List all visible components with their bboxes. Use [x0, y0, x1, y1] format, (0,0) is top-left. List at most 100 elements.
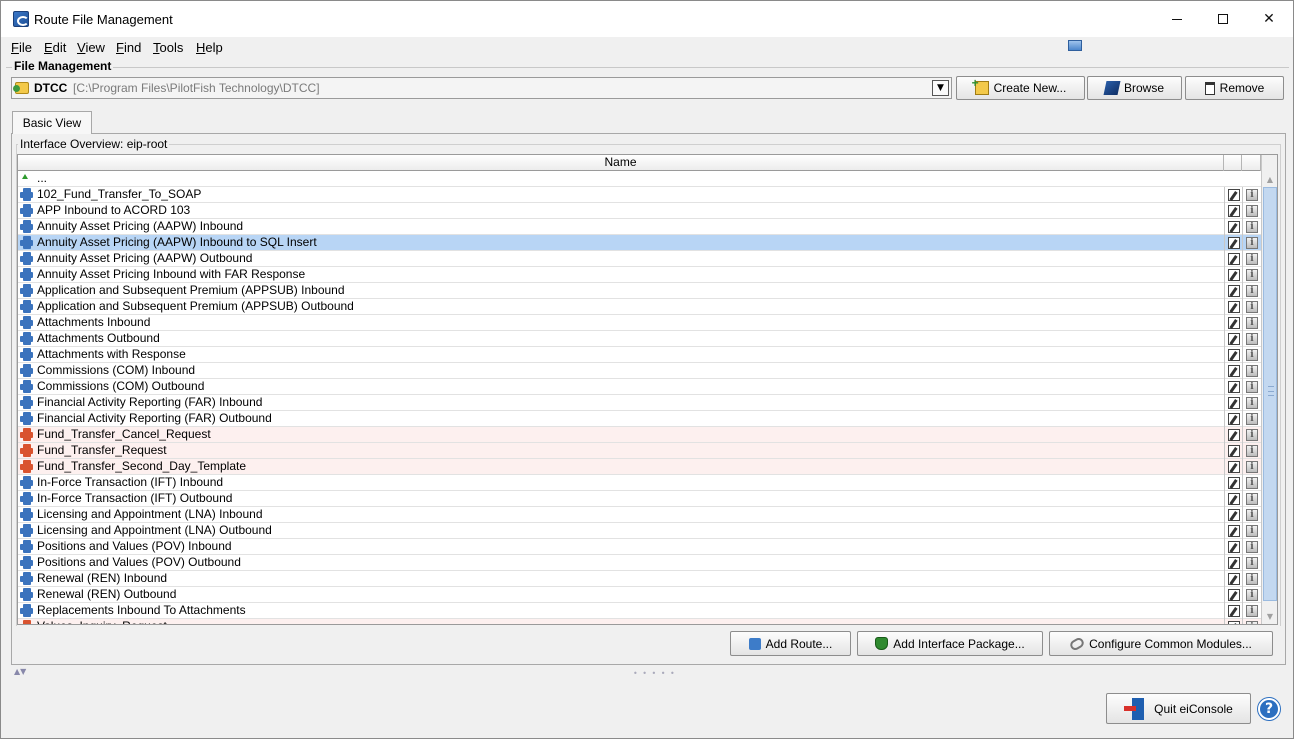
- table-row[interactable]: Application and Subsequent Premium (APPS…: [18, 299, 1261, 315]
- add-route-button[interactable]: Add Route...: [730, 631, 851, 656]
- edit-cell[interactable]: [1224, 587, 1242, 603]
- table-row[interactable]: Annuity Asset Pricing (AAPW) Outbound i: [18, 251, 1261, 267]
- info-cell[interactable]: i: [1242, 491, 1261, 507]
- table-row[interactable]: In-Force Transaction (IFT) Outbound i: [18, 491, 1261, 507]
- table-row[interactable]: Attachments Inbound i: [18, 315, 1261, 331]
- table-row[interactable]: Fund_Transfer_Cancel_Request i: [18, 427, 1261, 443]
- info-cell[interactable]: i: [1242, 523, 1261, 539]
- table-row[interactable]: Financial Activity Reporting (FAR) Inbou…: [18, 395, 1261, 411]
- menu-tools[interactable]: Tools: [153, 40, 183, 55]
- info-cell[interactable]: i: [1242, 427, 1261, 443]
- help-button[interactable]: ?: [1258, 698, 1280, 720]
- browse-button[interactable]: Browse: [1087, 76, 1182, 100]
- scrollbar-thumb[interactable]: [1263, 187, 1277, 601]
- table-row[interactable]: APP Inbound to ACORD 103 i: [18, 203, 1261, 219]
- table-row[interactable]: Attachments Outbound i: [18, 331, 1261, 347]
- info-cell[interactable]: i: [1242, 555, 1261, 571]
- info-cell[interactable]: i: [1242, 603, 1261, 619]
- vertical-scrollbar[interactable]: ▲ ▼: [1261, 155, 1277, 624]
- column-header-info[interactable]: [1242, 155, 1261, 171]
- add-interface-package-button[interactable]: Add Interface Package...: [857, 631, 1043, 656]
- info-cell[interactable]: i: [1242, 235, 1261, 251]
- info-cell[interactable]: i: [1242, 283, 1261, 299]
- edit-cell[interactable]: [1224, 267, 1242, 283]
- info-cell[interactable]: i: [1242, 411, 1261, 427]
- table-row[interactable]: Renewal (REN) Inbound i: [18, 571, 1261, 587]
- edit-cell[interactable]: [1224, 395, 1242, 411]
- edit-cell[interactable]: [1224, 539, 1242, 555]
- table-row[interactable]: Commissions (COM) Inbound i: [18, 363, 1261, 379]
- info-cell[interactable]: i: [1242, 315, 1261, 331]
- info-cell[interactable]: i: [1242, 587, 1261, 603]
- edit-cell[interactable]: [1224, 411, 1242, 427]
- info-cell[interactable]: i: [1242, 267, 1261, 283]
- info-cell[interactable]: i: [1242, 299, 1261, 315]
- table-row[interactable]: Fund_Transfer_Second_Day_Template i: [18, 459, 1261, 475]
- edit-cell[interactable]: [1224, 379, 1242, 395]
- table-row[interactable]: Replacements Inbound To Attachments i: [18, 603, 1261, 619]
- edit-cell[interactable]: [1224, 619, 1242, 624]
- edit-cell[interactable]: [1224, 363, 1242, 379]
- table-row[interactable]: Positions and Values (POV) Outbound i: [18, 555, 1261, 571]
- edit-cell[interactable]: [1224, 219, 1242, 235]
- configure-common-modules-button[interactable]: Configure Common Modules...: [1049, 631, 1273, 656]
- info-cell[interactable]: i: [1242, 475, 1261, 491]
- minimize-button[interactable]: [1154, 1, 1200, 37]
- parent-directory-row[interactable]: ...: [18, 171, 1261, 187]
- info-cell[interactable]: i: [1242, 187, 1261, 203]
- table-row[interactable]: Attachments with Response i: [18, 347, 1261, 363]
- dropdown-arrow-icon[interactable]: ▼: [932, 80, 949, 96]
- column-header-name[interactable]: Name: [18, 155, 1224, 171]
- info-cell[interactable]: i: [1242, 507, 1261, 523]
- edit-cell[interactable]: [1224, 571, 1242, 587]
- column-header-edit[interactable]: [1224, 155, 1242, 171]
- table-row[interactable]: 102_Fund_Transfer_To_SOAP i: [18, 187, 1261, 203]
- collapse-arrows-icon[interactable]: ▲▼: [14, 667, 26, 676]
- edit-cell[interactable]: [1224, 507, 1242, 523]
- menu-help[interactable]: Help: [196, 40, 223, 55]
- edit-cell[interactable]: [1224, 491, 1242, 507]
- menu-file[interactable]: File: [11, 40, 32, 55]
- quit-button[interactable]: Quit eiConsole: [1106, 693, 1251, 724]
- create-new-button[interactable]: Create New...: [956, 76, 1085, 100]
- info-cell[interactable]: i: [1242, 219, 1261, 235]
- edit-cell[interactable]: [1224, 315, 1242, 331]
- edit-cell[interactable]: [1224, 187, 1242, 203]
- info-cell[interactable]: i: [1242, 379, 1261, 395]
- info-cell[interactable]: i: [1242, 571, 1261, 587]
- table-row[interactable]: Annuity Asset Pricing (AAPW) Inbound i: [18, 219, 1261, 235]
- edit-cell[interactable]: [1224, 203, 1242, 219]
- info-cell[interactable]: i: [1242, 363, 1261, 379]
- window-layout-icon[interactable]: [1068, 40, 1082, 51]
- maximize-button[interactable]: [1200, 1, 1246, 37]
- menu-find[interactable]: Find: [116, 40, 141, 55]
- table-row[interactable]: Values_Inquiry_Request i: [18, 619, 1261, 624]
- tab-basic-view[interactable]: Basic View: [12, 111, 92, 134]
- menu-edit[interactable]: Edit: [44, 40, 66, 55]
- info-cell[interactable]: i: [1242, 347, 1261, 363]
- info-cell[interactable]: i: [1242, 459, 1261, 475]
- info-cell[interactable]: i: [1242, 539, 1261, 555]
- table-row[interactable]: Licensing and Appointment (LNA) Outbound…: [18, 523, 1261, 539]
- table-row[interactable]: Renewal (REN) Outbound i: [18, 587, 1261, 603]
- edit-cell[interactable]: [1224, 603, 1242, 619]
- remove-button[interactable]: Remove: [1185, 76, 1284, 100]
- edit-cell[interactable]: [1224, 443, 1242, 459]
- edit-cell[interactable]: [1224, 523, 1242, 539]
- info-cell[interactable]: i: [1242, 251, 1261, 267]
- edit-cell[interactable]: [1224, 347, 1242, 363]
- table-row[interactable]: Annuity Asset Pricing (AAPW) Inbound to …: [18, 235, 1261, 251]
- splitter-handle[interactable]: • • • • •: [633, 669, 676, 678]
- edit-cell[interactable]: [1224, 283, 1242, 299]
- table-row[interactable]: Fund_Transfer_Request i: [18, 443, 1261, 459]
- info-cell[interactable]: i: [1242, 331, 1261, 347]
- edit-cell[interactable]: [1224, 331, 1242, 347]
- close-button[interactable]: ✕: [1246, 1, 1292, 37]
- table-row[interactable]: In-Force Transaction (IFT) Inbound i: [18, 475, 1261, 491]
- table-row[interactable]: Annuity Asset Pricing Inbound with FAR R…: [18, 267, 1261, 283]
- edit-cell[interactable]: [1224, 299, 1242, 315]
- table-row[interactable]: Financial Activity Reporting (FAR) Outbo…: [18, 411, 1261, 427]
- menu-view[interactable]: View: [77, 40, 105, 55]
- edit-cell[interactable]: [1224, 427, 1242, 443]
- edit-cell[interactable]: [1224, 475, 1242, 491]
